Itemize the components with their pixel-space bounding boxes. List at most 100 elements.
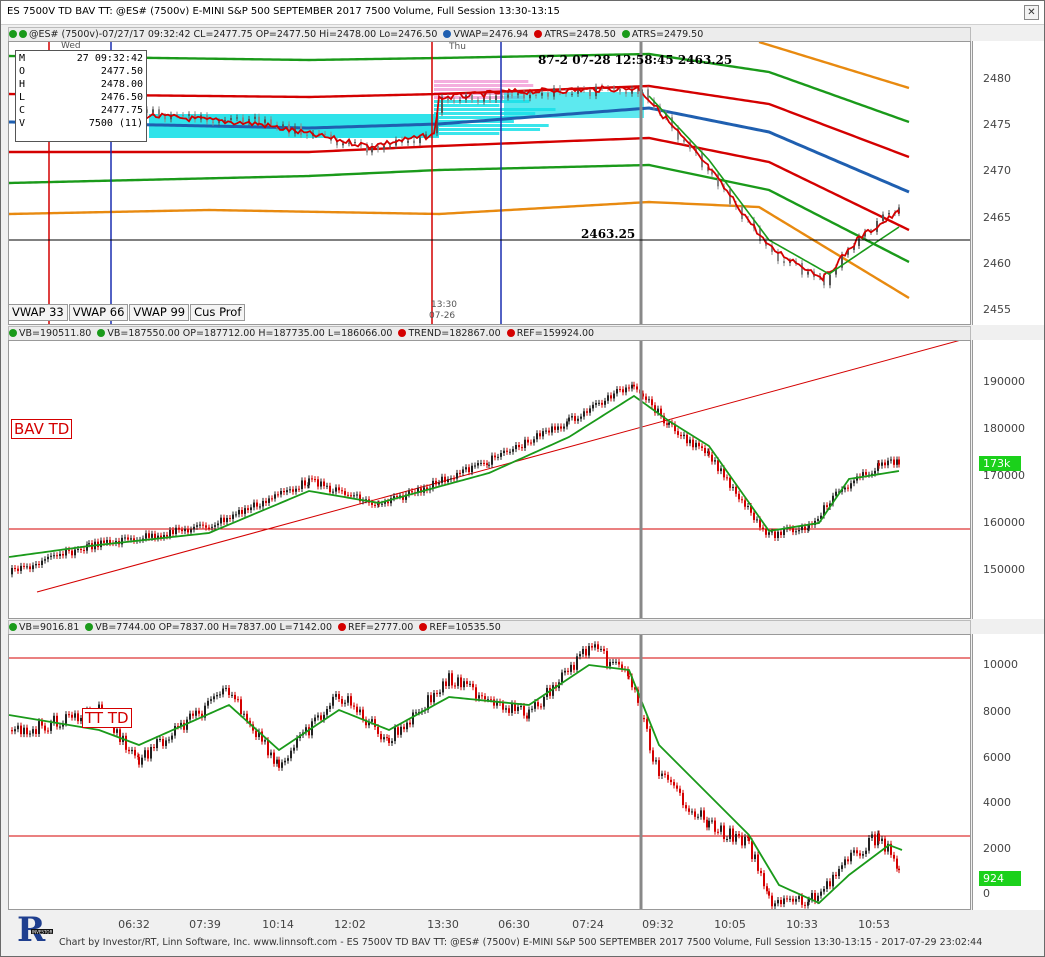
tt-candle-body: [517, 706, 519, 711]
tt-candle-body: [192, 713, 194, 716]
tt-candle-body: [128, 749, 130, 752]
tt-candle-body: [850, 852, 852, 862]
bav-candle-body: [396, 496, 398, 498]
bav-candle-body: [208, 527, 210, 529]
tt-candle-body: [835, 874, 837, 877]
bav-candle-body: [154, 533, 156, 539]
bav-candle-body: [308, 478, 310, 486]
tt-candle-body: [153, 747, 155, 749]
bav-candle-body: [633, 384, 635, 387]
bav-candle-body: [771, 531, 773, 533]
tt-candle-body: [540, 706, 542, 708]
tt-candle-body: [732, 828, 734, 842]
bav-candle-body: [720, 468, 722, 472]
tt-candle-body: [147, 750, 149, 759]
bav-candle-body: [350, 495, 352, 497]
price-pane[interactable]: [8, 41, 971, 325]
bav-candle-body: [798, 530, 800, 532]
price-candle-body: [354, 142, 356, 144]
bav-candle-body: [747, 506, 749, 508]
bav-candle-body: [756, 519, 758, 521]
tt-candle-body: [649, 728, 651, 751]
bav-candle-body: [301, 480, 303, 489]
bav-candle-body: [326, 485, 328, 487]
window-title: ES 7500V TD BAV TT: @ES# (7500v) E-MINI …: [7, 6, 560, 17]
bav-candle-body: [729, 477, 731, 488]
price-candle-body: [282, 124, 284, 128]
bav-candle-body: [738, 493, 740, 500]
bav-candle-body: [865, 472, 867, 475]
tt-td-label: TT TD: [82, 708, 132, 728]
tt-candle-body: [609, 661, 611, 667]
price-candle-body: [625, 91, 627, 94]
bav-candle-body: [220, 517, 222, 524]
tab-cus-prof[interactable]: Cus Prof: [190, 304, 246, 321]
tt-candle-body: [694, 811, 696, 817]
bav-candle-body: [768, 532, 770, 535]
bav-candle-body: [468, 467, 470, 473]
time-tick: 06:32: [118, 918, 150, 931]
tt-candle-body: [798, 896, 800, 900]
tt-candle-body: [433, 692, 435, 703]
price-candle-body: [377, 146, 379, 150]
legend-dot-icon: [19, 30, 27, 38]
bav-candle-body: [744, 500, 746, 507]
legend-dot-icon: [621, 30, 630, 38]
legend-entry: TREND=182867.00: [408, 328, 501, 339]
bav-candle-body: [762, 527, 764, 529]
tt-candle-body: [505, 708, 507, 710]
tab-vwap-66[interactable]: VWAP 66: [68, 304, 129, 321]
tt-candle-body: [189, 713, 191, 720]
bav-candle-body: [62, 553, 64, 556]
price-candle-body: [507, 94, 509, 98]
tt-candle-body: [670, 779, 672, 783]
bav-candle-body: [780, 531, 782, 536]
tt-candle-body: [874, 834, 876, 846]
tt-candle-body: [17, 725, 19, 730]
bav-candle-body: [898, 459, 900, 465]
tt-candle-body: [738, 834, 740, 836]
tt-candle-body: [68, 714, 70, 716]
price-candle-body: [419, 137, 421, 144]
time-tick: 09:32: [642, 918, 674, 931]
tt-candle-body: [466, 681, 468, 684]
tt-candle-body: [606, 650, 608, 667]
bav-candle-body: [465, 467, 467, 470]
tt-candle-body: [371, 719, 373, 722]
bav-candle-body: [692, 439, 694, 448]
bav-candle-body: [480, 462, 482, 464]
tt-candle-body: [174, 725, 176, 736]
tt-candle-body: [508, 708, 510, 713]
bav-td-label: BAV TD: [11, 419, 73, 439]
tt-candle-body: [801, 896, 803, 905]
price-candle-body: [342, 143, 344, 146]
legend-entry: ATRS=2479.50: [631, 29, 704, 40]
tt-candle-body: [697, 816, 699, 818]
price-candle-body: [306, 134, 308, 136]
tab-vwap-33[interactable]: VWAP 33: [8, 304, 68, 321]
close-button[interactable]: ✕: [1024, 5, 1039, 20]
bav-candle-body: [205, 525, 207, 528]
bav-candle-body: [211, 526, 213, 528]
axis-tick: 2460: [983, 257, 1011, 270]
tt-candle-body: [582, 648, 584, 655]
tt-candle-body: [865, 850, 867, 855]
bav-candle-body: [711, 454, 713, 462]
tt-candle-body: [667, 774, 669, 780]
bav-candle-body: [795, 531, 797, 533]
tt-candle-body: [679, 788, 681, 793]
time-tick: 10:53: [858, 918, 890, 931]
bav-candle-body: [491, 455, 493, 465]
bav-pane[interactable]: [8, 340, 971, 619]
tt-pane[interactable]: [8, 634, 971, 910]
bav-candle-body: [503, 450, 505, 453]
tt-candle-body: [356, 706, 358, 713]
tt-candle-body: [222, 688, 224, 695]
annotation-top: 87-2 07-28 12:58:45 2463.25: [538, 53, 733, 67]
bav-candle-body: [677, 431, 679, 435]
tab-vwap-99[interactable]: VWAP 99: [129, 304, 190, 321]
tt-candle-body: [116, 729, 118, 733]
svg-text:INVESTOR: INVESTOR: [32, 930, 53, 935]
bav-candle-body: [488, 464, 490, 466]
price-candle-body: [242, 117, 244, 123]
